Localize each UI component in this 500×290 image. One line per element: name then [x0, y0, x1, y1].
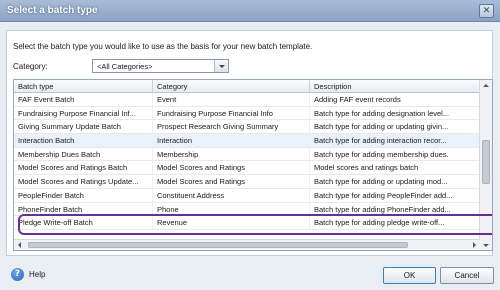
cell-category: Event [153, 93, 310, 106]
close-button[interactable]: ✕ [479, 4, 494, 18]
table-row[interactable]: Giving Summary Update Batch Prospect Rese… [14, 120, 480, 135]
table-row[interactable]: FAF Event Batch Event Adding FAF event rec… [14, 93, 480, 107]
horizontal-scrollbar[interactable] [14, 239, 480, 250]
cancel-button[interactable]: Cancel [440, 267, 494, 284]
grid-rows: FAF Event Batch Event Adding FAF event rec… [14, 93, 480, 230]
select-batch-type-dialog: Select a batch type ✕ Select the batch t… [0, 0, 500, 290]
cell-batch-type: PhoneFinder Batch [14, 202, 153, 216]
instruction-text: Select the batch type you would like to … [13, 42, 313, 51]
vertical-scrollbar[interactable] [479, 80, 492, 250]
cell-batch-type: Fundraising Purpose Financial Inf... [14, 106, 153, 120]
cell-description: Batch type for adding pledge write-off..… [310, 216, 480, 230]
cell-category: Membership [153, 147, 310, 161]
cell-description: Batch type for adding or updating mod... [310, 175, 480, 189]
title-bar[interactable]: Select a batch type ✕ [0, 0, 500, 22]
cell-description: Batch type for adding designation level.… [310, 106, 480, 120]
cell-category: Phone [153, 202, 310, 216]
dialog-title: Select a batch type [7, 5, 98, 16]
cell-batch-type: Model Scores and Ratings Update... [14, 175, 153, 189]
scroll-up-icon[interactable] [480, 80, 492, 92]
cell-description: Batch type for adding PhoneFinder add... [310, 202, 480, 216]
cell-category: Prospect Research Giving Summary [153, 120, 310, 134]
table-row[interactable]: Model Scores and Ratings Batch Model Scor… [14, 161, 480, 176]
scroll-down-icon[interactable] [480, 240, 492, 250]
category-selected-value: <All Categories> [97, 62, 153, 71]
cell-batch-type: Pledge Write-off Batch [14, 216, 153, 230]
column-header-batch-type[interactable]: Batch type [14, 80, 153, 93]
vertical-scroll-thumb[interactable] [482, 140, 490, 184]
help-icon[interactable]: ? [11, 268, 24, 281]
cell-batch-type: Model Scores and Ratings Batch [14, 161, 153, 175]
cell-category: Constituent Address [153, 188, 310, 202]
cell-description: Batch type for adding membership dues. [310, 147, 480, 161]
scroll-right-icon[interactable] [469, 240, 480, 250]
table-row[interactable]: Membership Dues Batch Membership Batch typ… [14, 147, 480, 162]
cell-category: Model Scores and Ratings [153, 175, 310, 189]
cell-category: Revenue [153, 216, 310, 230]
column-header-category[interactable]: Category [153, 80, 310, 93]
chevron-down-icon[interactable] [214, 60, 228, 72]
cell-description: Batch type for adding or updating givin.… [310, 120, 480, 134]
column-header-description[interactable]: Description [310, 80, 480, 93]
cell-description: Batch type for adding interaction recor.… [310, 134, 480, 148]
cell-description: Batch type for adding PeopleFinder add..… [310, 188, 480, 202]
table-row[interactable]: Model Scores and Ratings Update... Model … [14, 175, 480, 189]
category-dropdown[interactable]: <All Categories> [92, 59, 229, 73]
scroll-left-icon[interactable] [14, 240, 25, 250]
ok-button[interactable]: OK [383, 267, 436, 284]
cell-batch-type: Giving Summary Update Batch [14, 120, 153, 134]
cell-batch-type: PeopleFinder Batch [14, 188, 153, 202]
help-link[interactable]: Help [29, 270, 45, 279]
table-row[interactable]: PhoneFinder Batch Phone Batch type for add… [14, 202, 480, 217]
cell-description: Adding FAF event records [310, 93, 480, 106]
table-row[interactable]: Fundraising Purpose Financial Inf... Fund… [14, 106, 480, 121]
table-row[interactable]: Pledge Write-off Batch Revenue Batch type … [14, 216, 480, 230]
dialog-footer: ? Help OK Cancel [0, 262, 500, 290]
cell-batch-type: Membership Dues Batch [14, 147, 153, 161]
cell-batch-type: Interaction Batch [14, 134, 153, 148]
cell-description: Model scores and ratings batch [310, 161, 480, 175]
horizontal-scroll-thumb[interactable] [28, 242, 408, 248]
batch-type-grid: Batch type Category Description FAF Even… [13, 79, 493, 251]
cell-category: Model Scores and Ratings [153, 161, 310, 175]
table-row[interactable]: PeopleFinder Batch Constituent Address Bat… [14, 188, 480, 203]
cell-batch-type: FAF Event Batch [14, 93, 153, 106]
cell-category: Fundraising Purpose Financial Info [153, 106, 310, 120]
cell-category: Interaction [153, 134, 310, 148]
table-row[interactable]: Interaction Batch Interaction Batch type f… [14, 134, 480, 148]
grid-header: Batch type Category Description [14, 80, 480, 93]
category-label: Category: [13, 62, 48, 71]
